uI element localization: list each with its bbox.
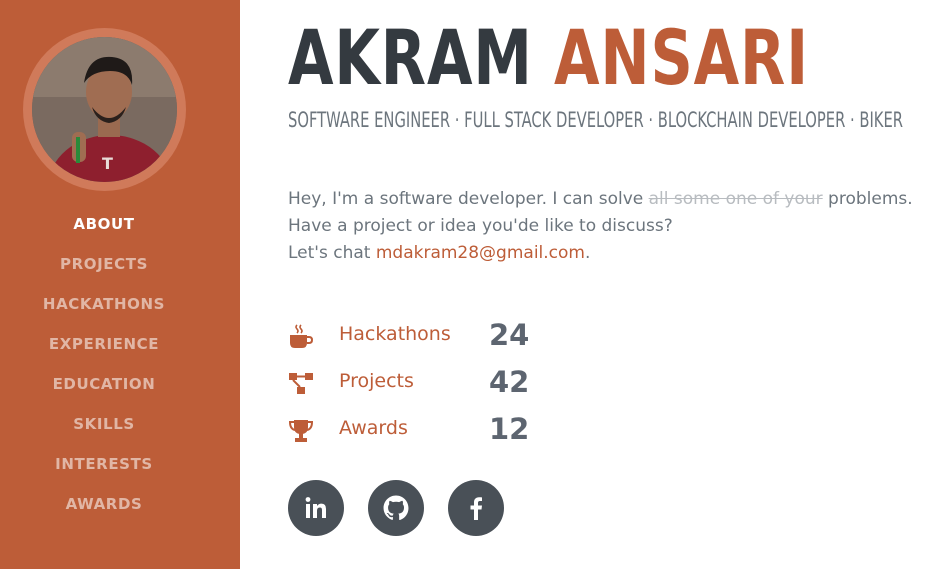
facebook-button[interactable] xyxy=(448,480,504,536)
nav-item-experience[interactable]: EXPERIENCE xyxy=(0,324,208,364)
nav-item-hackathons[interactable]: HACKATHONS xyxy=(0,284,208,324)
page-title: AKRAM ANSARI xyxy=(288,12,809,104)
stat-value: 12 xyxy=(489,412,530,446)
github-icon xyxy=(383,495,409,521)
intro-line3-suffix: . xyxy=(584,243,591,263)
profile-photo: T xyxy=(32,37,177,182)
project-diagram-icon xyxy=(289,373,313,394)
coffee-icon xyxy=(290,324,314,348)
intro-line1-prefix: Hey, I'm a software developer. I can sol… xyxy=(288,189,649,209)
linkedin-icon xyxy=(305,497,326,518)
stat-projects: Projects 42 xyxy=(288,362,588,409)
intro-line3-prefix: Let's chat xyxy=(288,243,376,263)
facebook-icon xyxy=(470,497,482,520)
avatar: T xyxy=(32,37,177,182)
sidebar: T ABOUT PROJECTS HACKATHONS EXPERIENCE E… xyxy=(0,0,240,569)
nav-item-education[interactable]: EDUCATION xyxy=(0,364,208,404)
subheading: SOFTWARE ENGINEER · FULL STACK DEVELOPER… xyxy=(288,108,904,132)
social-links xyxy=(288,480,504,536)
stat-label: Projects xyxy=(339,370,414,392)
nav-menu: ABOUT PROJECTS HACKATHONS EXPERIENCE EDU… xyxy=(0,204,208,524)
nav-item-projects[interactable]: PROJECTS xyxy=(0,244,208,284)
github-button[interactable] xyxy=(368,480,424,536)
stats-list: Hackathons 24 Projects 42 Awards 12 xyxy=(288,315,588,456)
first-name: AKRAM xyxy=(288,13,533,102)
stat-label: Awards xyxy=(339,417,408,439)
email-link[interactable]: mdakram28@gmail.com xyxy=(376,243,585,263)
stat-awards: Awards 12 xyxy=(288,409,588,456)
intro-line2: Have a project or idea you'de like to di… xyxy=(288,216,673,236)
svg-text:T: T xyxy=(102,154,113,173)
trophy-icon xyxy=(288,420,314,442)
avatar-ring: T xyxy=(23,28,186,191)
nav-item-interests[interactable]: INTERESTS xyxy=(0,444,208,484)
stat-value: 24 xyxy=(489,318,530,352)
nav-item-awards[interactable]: AWARDS xyxy=(0,484,208,524)
intro-line1-suffix: problems. xyxy=(822,189,913,209)
nav-item-about[interactable]: ABOUT xyxy=(0,204,208,244)
nav-item-skills[interactable]: SKILLS xyxy=(0,404,208,444)
linkedin-button[interactable] xyxy=(288,480,344,536)
stat-hackathons: Hackathons 24 xyxy=(288,315,588,362)
last-name: ANSARI xyxy=(554,13,809,102)
intro-text: Hey, I'm a software developer. I can sol… xyxy=(288,186,928,267)
stat-label: Hackathons xyxy=(339,323,451,345)
stat-value: 42 xyxy=(489,365,530,399)
intro-strikethrough: all some one of your xyxy=(648,189,823,209)
